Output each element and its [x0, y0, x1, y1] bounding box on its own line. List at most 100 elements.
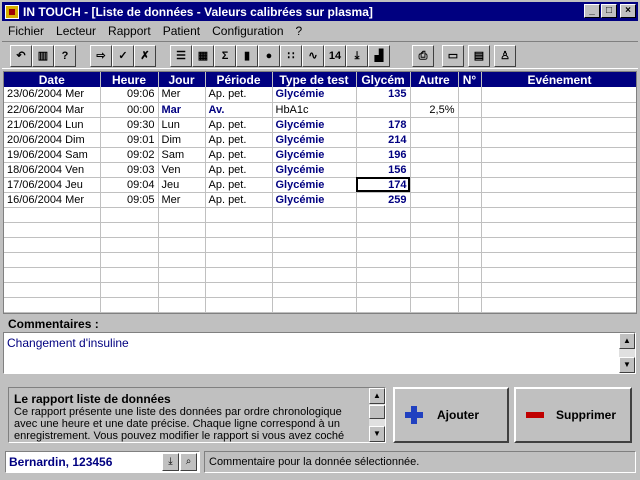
table-cell[interactable]: 23/06/2004 Mer: [4, 87, 101, 103]
table-cell[interactable]: [356, 297, 411, 313]
scroll-down-icon[interactable]: ▼: [619, 357, 635, 373]
table-cell[interactable]: [458, 162, 482, 178]
table-cell[interactable]: [272, 252, 357, 268]
table-cell[interactable]: Mer: [158, 87, 206, 103]
table-cell[interactable]: [410, 87, 459, 103]
table-cell[interactable]: 19/06/2004 Sam: [4, 147, 101, 163]
table-cell[interactable]: Ap. pet.: [205, 117, 273, 133]
table-cell[interactable]: [205, 222, 273, 238]
table-cell[interactable]: [410, 282, 459, 298]
table-cell[interactable]: [272, 207, 357, 223]
column-header[interactable]: Date: [4, 72, 101, 87]
table-cell[interactable]: [410, 222, 459, 238]
table-cell[interactable]: [356, 237, 411, 253]
table-cell[interactable]: [458, 252, 482, 268]
table-cell[interactable]: [205, 267, 273, 283]
table-cell[interactable]: [356, 207, 411, 223]
table-cell[interactable]: [481, 282, 636, 298]
table-cell[interactable]: [100, 237, 159, 253]
table-cell[interactable]: 22/06/2004 Mar: [4, 102, 101, 118]
column-header[interactable]: Glycém: [356, 72, 411, 87]
table-cell[interactable]: [481, 252, 636, 268]
scatter-chart-button[interactable]: ∷: [280, 45, 302, 67]
table-cell[interactable]: 2,5%: [410, 102, 459, 118]
patient-field[interactable]: Bernardin, 123456 ⤓ ⌕: [5, 451, 200, 473]
table-cell[interactable]: Glycémie: [272, 147, 357, 163]
table-cell[interactable]: [100, 282, 159, 298]
table-cell[interactable]: Ap. pet.: [205, 132, 273, 148]
menu-fichier[interactable]: Fichier: [2, 24, 50, 38]
table-cell[interactable]: Ap. pet.: [205, 192, 273, 208]
table-cell[interactable]: [158, 252, 206, 268]
table-cell[interactable]: 20/06/2004 Dim: [4, 132, 101, 148]
table-cell[interactable]: [458, 297, 482, 313]
table-cell[interactable]: Sam: [158, 147, 206, 163]
delete-button[interactable]: Supprimer: [514, 387, 632, 443]
table-cell[interactable]: [205, 282, 273, 298]
table-cell[interactable]: [4, 297, 101, 313]
table-cell[interactable]: [158, 282, 206, 298]
table-cell[interactable]: [410, 177, 459, 193]
table-cell[interactable]: [272, 297, 357, 313]
table-cell[interactable]: [100, 267, 159, 283]
table-cell[interactable]: [458, 87, 482, 103]
table-cell[interactable]: 18/06/2004 Ven: [4, 162, 101, 178]
table-cell[interactable]: [458, 282, 482, 298]
table-row[interactable]: 17/06/2004 Jeu 09:04 Jeu Ap. pet. Glycémie 17…: [4, 177, 636, 193]
table-cell[interactable]: [4, 237, 101, 253]
menu-lecteur[interactable]: Lecteur: [50, 24, 102, 38]
table-cell[interactable]: Ap. pet.: [205, 147, 273, 163]
table-cell[interactable]: [272, 282, 357, 298]
scroll-up-icon[interactable]: ▲: [369, 388, 385, 404]
table-cell[interactable]: Dim: [158, 132, 206, 148]
table-cell[interactable]: 09:03: [100, 162, 159, 178]
person-button[interactable]: ♙: [494, 45, 516, 67]
table-cell[interactable]: [481, 162, 636, 178]
table-cell[interactable]: [356, 252, 411, 268]
table-cell[interactable]: 09:01: [100, 132, 159, 148]
table-cell[interactable]: [100, 297, 159, 313]
pie-chart-button[interactable]: ●: [258, 45, 280, 67]
computer-button[interactable]: ▭: [442, 45, 464, 67]
table-row[interactable]: 18/06/2004 Ven 09:03 Ven Ap. pet. Glycémie 15…: [4, 162, 636, 178]
search-icon[interactable]: ⌕: [180, 453, 197, 471]
table-cell[interactable]: 09:05: [100, 192, 159, 208]
minimize-button[interactable]: _: [584, 4, 600, 18]
table-cell[interactable]: 178: [356, 117, 411, 133]
table-cell[interactable]: [458, 177, 482, 193]
close-button[interactable]: ×: [620, 4, 636, 18]
table-cell[interactable]: 09:04: [100, 177, 159, 193]
table-cell[interactable]: [410, 252, 459, 268]
table-cell[interactable]: [205, 297, 273, 313]
table-cell[interactable]: Glycémie: [272, 87, 357, 103]
app-icon[interactable]: [5, 4, 19, 19]
table-cell[interactable]: [481, 222, 636, 238]
table-row[interactable]: [4, 252, 636, 268]
table-cell[interactable]: 196: [356, 147, 411, 163]
table-cell[interactable]: [4, 222, 101, 238]
table-cell[interactable]: [4, 282, 101, 298]
table-cell[interactable]: [410, 237, 459, 253]
table-cell[interactable]: [410, 192, 459, 208]
add-button[interactable]: Ajouter: [393, 387, 509, 443]
table-cell[interactable]: HbA1c: [272, 102, 357, 118]
table-cell[interactable]: Av.: [205, 102, 273, 118]
table-row[interactable]: 22/06/2004 Mar 00:00 Mar Av. HbA1c 2,5%: [4, 102, 636, 118]
column-header[interactable]: Autre: [410, 72, 459, 87]
table-cell[interactable]: 135: [356, 87, 411, 103]
table-cell[interactable]: Mer: [158, 192, 206, 208]
scroll-thumb[interactable]: [369, 405, 385, 419]
table-cell[interactable]: 16/06/2004 Mer: [4, 192, 101, 208]
device-button[interactable]: ▥: [32, 45, 54, 67]
table-cell[interactable]: [458, 267, 482, 283]
download-button[interactable]: ⤓: [346, 45, 368, 67]
table-cell[interactable]: Glycémie: [272, 177, 357, 193]
table-cell[interactable]: Mar: [158, 102, 206, 118]
table-cell[interactable]: [410, 207, 459, 223]
table-cell[interactable]: [205, 237, 273, 253]
table-cell[interactable]: [458, 117, 482, 133]
table-row[interactable]: 21/06/2004 Lun 09:30 Lun Ap. pet. Glycémie 17…: [4, 117, 636, 133]
table-cell[interactable]: [356, 267, 411, 283]
scroll-down-icon[interactable]: ▼: [369, 426, 385, 442]
table-cell[interactable]: [458, 192, 482, 208]
